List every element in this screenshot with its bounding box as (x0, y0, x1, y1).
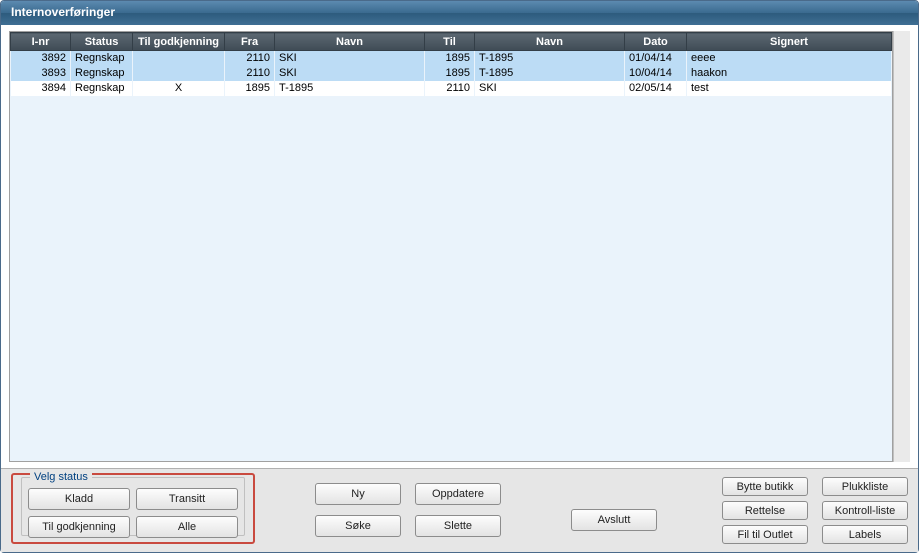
cell-fra: 1895 (225, 81, 275, 96)
cell-signert: eeee (687, 51, 892, 66)
alle-button[interactable]: Alle (136, 516, 238, 538)
cell-status: Regnskap (71, 66, 133, 81)
col-til[interactable]: Til (425, 33, 475, 51)
cell-fra: 2110 (225, 51, 275, 66)
grid-header: I-nr Status Til godkjenning Fra Navn Til… (11, 33, 892, 51)
content-area: I-nr Status Til godkjenning Fra Navn Til… (1, 25, 918, 468)
cell-dato: 02/05/14 (625, 81, 687, 96)
col-status[interactable]: Status (71, 33, 133, 51)
cell-fra: 2110 (225, 66, 275, 81)
cell-navn2: T-1895 (475, 51, 625, 66)
col-fra[interactable]: Fra (225, 33, 275, 51)
titlebar: Internoverføringer (1, 1, 918, 25)
slette-button[interactable]: Slette (415, 515, 501, 537)
cell-navn2: SKI (475, 81, 625, 96)
fil-til-outlet-button[interactable]: Fil til Outlet (722, 525, 808, 544)
cell-signert: haakon (687, 66, 892, 81)
cell-status: Regnskap (71, 51, 133, 66)
cell-inr: 3893 (11, 66, 71, 81)
transitt-button[interactable]: Transitt (136, 488, 238, 510)
cell-tg: X (133, 81, 225, 96)
table-row[interactable]: 3892Regnskap 2110SKI1895T-189501/04/14eee… (11, 51, 892, 66)
grid-wrap: I-nr Status Til godkjenning Fra Navn Til… (9, 31, 893, 462)
oppdatere-button[interactable]: Oppdatere (415, 483, 501, 505)
col-tg[interactable]: Til godkjenning (133, 33, 225, 51)
cell-inr: 3894 (11, 81, 71, 96)
velg-status-highlight: Velg status Kladd Transitt Til godkjenni… (11, 473, 255, 544)
col-navn2[interactable]: Navn (475, 33, 625, 51)
col-navn1[interactable]: Navn (275, 33, 425, 51)
kladd-button[interactable]: Kladd (28, 488, 130, 510)
table-row[interactable]: 3893Regnskap 2110SKI1895T-189510/04/14haa… (11, 66, 892, 81)
table-row[interactable]: 3894RegnskapX1895T-18952110SKI02/05/14te… (11, 81, 892, 96)
cell-tg (133, 66, 225, 81)
velg-status-group: Velg status Kladd Transitt Til godkjenni… (21, 477, 245, 536)
col-dato[interactable]: Dato (625, 33, 687, 51)
avslutt-group: Avslutt (571, 473, 657, 544)
vertical-scrollbar[interactable] (893, 31, 910, 462)
col-inr[interactable]: I-nr (11, 33, 71, 51)
cell-til: 1895 (425, 66, 475, 81)
footer-toolbar: Velg status Kladd Transitt Til godkjenni… (1, 468, 918, 552)
avslutt-button[interactable]: Avslutt (571, 509, 657, 531)
cell-signert: test (687, 81, 892, 96)
cell-status: Regnskap (71, 81, 133, 96)
kontroll-liste-button[interactable]: Kontroll-liste (822, 501, 908, 520)
cell-navn1: SKI (275, 66, 425, 81)
labels-button[interactable]: Labels (822, 525, 908, 544)
rettelse-button[interactable]: Rettelse (722, 501, 808, 520)
window-title: Internoverføringer (11, 5, 115, 19)
cell-inr: 3892 (11, 51, 71, 66)
cell-navn2: T-1895 (475, 66, 625, 81)
col-signert[interactable]: Signert (687, 33, 892, 51)
cell-dato: 10/04/14 (625, 66, 687, 81)
til-godkjenning-button[interactable]: Til godkjenning (28, 516, 130, 538)
cell-dato: 01/04/14 (625, 51, 687, 66)
cell-tg (133, 51, 225, 66)
soke-button[interactable]: Søke (315, 515, 401, 537)
window: Internoverføringer (0, 0, 919, 553)
cell-til: 1895 (425, 51, 475, 66)
right-button-group: Bytte butikk Rettelse Fil til Outlet Plu… (722, 473, 908, 544)
mid-button-group: Ny Søke Oppdatere Slette (315, 473, 501, 544)
bytte-butikk-button[interactable]: Bytte butikk (722, 477, 808, 496)
grid-body: 3892Regnskap2110SKI1895T-189501/04/14eee… (11, 51, 892, 96)
cell-navn1: T-1895 (275, 81, 425, 96)
cell-navn1: SKI (275, 51, 425, 66)
data-grid[interactable]: I-nr Status Til godkjenning Fra Navn Til… (10, 32, 892, 96)
velg-status-legend: Velg status (30, 471, 92, 483)
plukkliste-button[interactable]: Plukkliste (822, 477, 908, 496)
cell-til: 2110 (425, 81, 475, 96)
ny-button[interactable]: Ny (315, 483, 401, 505)
